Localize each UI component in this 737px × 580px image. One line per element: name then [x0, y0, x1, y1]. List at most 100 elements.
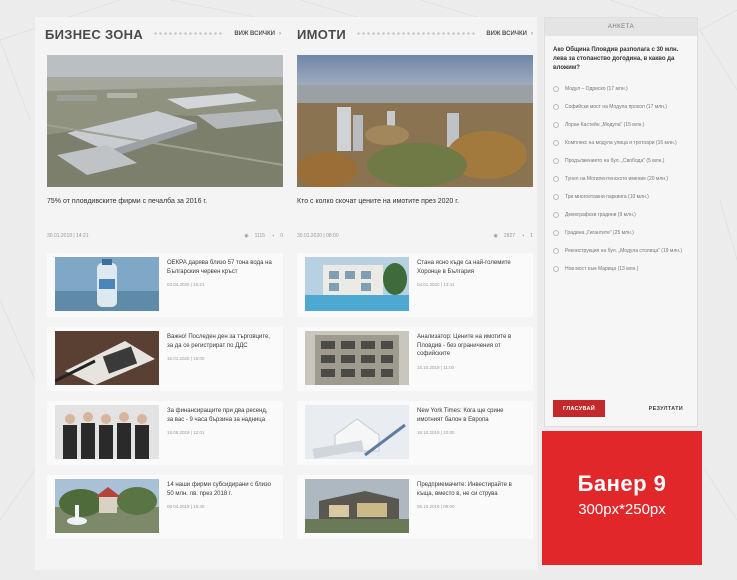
banner-title: Банер 9 — [577, 471, 667, 496]
radio-button[interactable] — [553, 266, 559, 272]
results-link[interactable]: РЕЗУЛТАТИ — [649, 406, 683, 412]
poll-option[interactable]: Демографски градини (9 млн.) — [545, 211, 697, 219]
poll-option-label: Градина „Гигантите" (25 млн.) — [565, 230, 634, 236]
poll-option-label: Реконструкция на бул. „Модула столица" (… — [565, 248, 683, 254]
poll-options: Модул – Одриско (17 млн.) Софийски мост н… — [545, 85, 697, 273]
business-view-all-link[interactable]: ВИЖ ВСИЧКИ › — [234, 31, 281, 37]
radio-button[interactable] — [553, 158, 559, 164]
poll-option-label: Комплекс на модула улица и тротоари (16 … — [565, 140, 677, 146]
list-item[interactable]: ОЕКРА дарява близо 57 тона вода на Бълга… — [47, 253, 283, 317]
comment-icon: ▪ — [272, 233, 275, 239]
poll-option[interactable]: Продължението на бул. „Свобода" (5 млн.) — [545, 157, 697, 165]
comment-icon: ▪ — [522, 233, 525, 239]
business-section-header: БИЗНЕС ЗОНА ВИЖ ВСИЧКИ › — [45, 19, 281, 49]
poll-header: АНКЕТА — [545, 18, 697, 36]
vote-button[interactable]: ГЛАСУВАЙ — [553, 400, 605, 417]
feature-article-meta: 30.01.2018 | 14:21 ◉ 1115 ▪ 0 — [47, 233, 283, 239]
poll-actions: ГЛАСУВАЙ РЕЗУЛТАТИ — [553, 400, 691, 417]
feature-article-title[interactable]: Кто с колко скочат цените на имотите пре… — [297, 197, 533, 223]
list-item[interactable]: Важно! Последен ден за търговците, за да… — [47, 327, 283, 391]
eye-icon: ◉ — [244, 233, 249, 239]
list-item-date: 18.10.2019 | 10:00 — [417, 430, 455, 435]
poll-option[interactable]: Модул – Одриско (17 млн.) — [545, 85, 697, 93]
fountain-square-thumbnail[interactable] — [55, 479, 159, 533]
poll-option[interactable]: Реконструкция на бул. „Модула столица" (… — [545, 247, 697, 255]
poll-option[interactable]: Тунел на Могилентенското имение (20 млн.… — [545, 175, 697, 183]
list-item-title[interactable]: Предприемачите: Инвестирайте в къща, вме… — [417, 481, 525, 498]
list-item[interactable]: 14 наши фирми субсидирани с близо 50 млн… — [47, 475, 283, 539]
business-section-title: БИЗНЕС ЗОНА — [45, 26, 144, 42]
list-item-date: 15.01.2020 | 16:00 — [167, 356, 205, 361]
poll-option-label: Тунел на Могилентенското имение (20 млн.… — [565, 176, 669, 182]
poll-option-label: Лоран Кастейн „Модула" (15 млн.) — [565, 122, 645, 128]
radio-button[interactable] — [553, 230, 559, 236]
property-section-title: ИМОТИ — [297, 26, 347, 42]
radio-button[interactable] — [553, 212, 559, 218]
poll-option-label: Продължението на бул. „Свобода" (5 млн.) — [565, 158, 665, 164]
list-item-title[interactable]: 14 наши фирми субсидирани с близо 50 млн… — [167, 481, 275, 498]
radio-button[interactable] — [553, 248, 559, 254]
feature-article-date: 30.01.2018 | 14:21 — [47, 233, 89, 239]
section-divider-dots — [153, 31, 225, 37]
villa-pool-thumbnail[interactable] — [305, 257, 409, 311]
poll-question: Ако Община Пловдив разполага с 30 млн. л… — [553, 47, 679, 71]
city-aerial-image[interactable] — [297, 55, 533, 187]
list-item-date: 08.04.2019 | 16:40 — [167, 504, 205, 509]
list-item-title[interactable]: New York Times: Кога ще срине имотният б… — [417, 407, 525, 424]
business-feature-article[interactable]: 75% от пловдивските фирми с печалба за 2… — [47, 55, 283, 239]
list-item[interactable]: Предприемачите: Инвестирайте в къща, вме… — [297, 475, 533, 539]
radio-button[interactable] — [553, 122, 559, 128]
list-item-title[interactable]: За финансиращите при два ресенд, за вас … — [167, 407, 275, 424]
list-item-title[interactable]: Стана ясно къде са най-големите Хоронце … — [417, 259, 525, 276]
content-area: БИЗНЕС ЗОНА ВИЖ ВСИЧКИ › ИМОТИ ВИЖ ВСИЧКИ… — [35, 17, 537, 570]
house-model-thumbnail[interactable] — [305, 405, 409, 459]
poll-option[interactable]: Градина „Гигантите" (25 млн.) — [545, 229, 697, 237]
radio-button[interactable] — [553, 176, 559, 182]
list-item[interactable]: За финансиращите при два ресенд, за вас … — [47, 401, 283, 465]
views-count: 2827 — [503, 233, 516, 239]
poll-widget: АНКЕТА Ако Община Пловдив разполага с 30… — [544, 17, 698, 427]
views-count: 1115 — [254, 233, 266, 239]
list-item-title[interactable]: Важно! Последен ден за търговците, за да… — [167, 333, 275, 350]
poll-option[interactable]: Комплекс на модула улица и тротоари (16 … — [545, 139, 697, 147]
list-item-date: 15.10.2019 | 11:00 — [417, 364, 455, 370]
poll-option[interactable]: Нов мост към Марица (13 млн.) — [545, 265, 697, 273]
poll-option[interactable]: Три многоетажни паркинга (10 млн.) — [545, 193, 697, 201]
ad-banner[interactable]: Банер 9 300px*250px — [542, 431, 702, 565]
eye-icon: ◉ — [493, 233, 498, 239]
poll-option-label: Нов мост към Марица (13 млн.) — [565, 266, 639, 272]
poll-option[interactable]: Софийски мост на Модула прохол (17 млн.) — [545, 103, 697, 111]
poll-option-label: Модул – Одриско (17 млн.) — [565, 86, 628, 92]
chevron-right-icon: › — [279, 31, 281, 37]
calculator-documents-thumbnail[interactable] — [55, 331, 159, 385]
feature-article-meta: 30.01.2020 | 08:00 ◉ 2827 ▪ 1 — [297, 233, 533, 239]
poll-option-label: Три многоетажни паркинга (10 млн.) — [565, 194, 649, 200]
comments-count: 1 — [530, 233, 533, 239]
feature-article-title[interactable]: 75% от пловдивските фирми с печалба за 2… — [47, 197, 283, 223]
property-view-all-link[interactable]: ВИЖ ВСИЧКИ › — [486, 31, 533, 37]
banner-size: 300px*250px — [578, 501, 666, 518]
business-team-thumbnail[interactable] — [55, 405, 159, 459]
chevron-right-icon: › — [531, 31, 533, 37]
radio-button[interactable] — [553, 194, 559, 200]
list-item-title[interactable]: Анализатор: Цените на имотите в Пловдив … — [417, 333, 525, 359]
comments-count: 0 — [280, 233, 283, 239]
modern-house-thumbnail[interactable] — [305, 479, 409, 533]
radio-button[interactable] — [553, 104, 559, 110]
property-feature-article[interactable]: Кто с колко скочат цените на имотите пре… — [297, 55, 533, 239]
list-item-title[interactable]: ОЕКРА дарява близо 57 тона вода на Бълга… — [167, 259, 275, 276]
radio-button[interactable] — [553, 140, 559, 146]
water-bottle-thumbnail[interactable] — [55, 257, 159, 311]
apartment-building-thumbnail[interactable] — [305, 331, 409, 385]
list-item[interactable]: New York Times: Кога ще срине имотният б… — [297, 401, 533, 465]
list-item-date: 03.04.2020 | 15:21 — [167, 282, 205, 287]
feature-article-date: 30.01.2020 | 08:00 — [297, 233, 339, 239]
list-item-date: 05.10.2019 | 09:00 — [417, 504, 455, 509]
radio-button[interactable] — [553, 86, 559, 92]
industrial-park-aerial-image[interactable] — [47, 55, 283, 187]
poll-option-label: Демографски градини (9 млн.) — [565, 212, 636, 218]
list-item[interactable]: Анализатор: Цените на имотите в Пловдив … — [297, 327, 533, 391]
list-item[interactable]: Стана ясно къде са най-големите Хоронце … — [297, 253, 533, 317]
property-section-header: ИМОТИ ВИЖ ВСИЧКИ › — [297, 19, 533, 49]
poll-option[interactable]: Лоран Кастейн „Модула" (15 млн.) — [545, 121, 697, 129]
